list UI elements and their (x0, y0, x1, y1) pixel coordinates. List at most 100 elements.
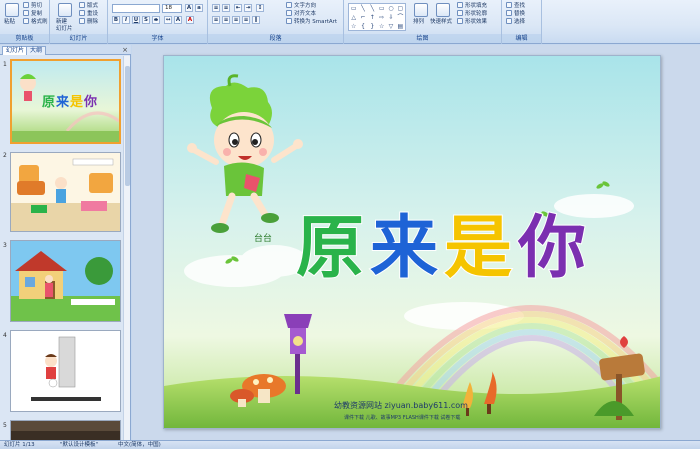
paste-button[interactable]: 粘贴 (4, 19, 15, 26)
quick-styles-icon[interactable] (436, 3, 450, 17)
title-char-2: 来 (370, 209, 438, 288)
align-left-button[interactable]: ≡ (212, 16, 220, 24)
select-button[interactable]: 选择 (506, 18, 525, 26)
decrease-indent-button[interactable]: ⇤ (234, 4, 242, 12)
smartart-label: 转换为 SmartArt (294, 19, 338, 25)
font-color-button[interactable]: A (186, 16, 194, 24)
bullets-button[interactable]: ≡ (212, 4, 220, 12)
quick-styles-button[interactable]: 快速样式 (430, 19, 452, 26)
delete-button[interactable]: 删除 (79, 18, 98, 26)
slide-thumbnail-4[interactable] (10, 330, 121, 412)
find-button[interactable]: 查找 (506, 2, 525, 10)
change-case-button[interactable]: A (174, 16, 182, 24)
text-direction-button[interactable]: 文字方向 (286, 2, 316, 10)
thumbnail-list: 1 原 来 是 你 2 3 4 5 (0, 56, 124, 440)
arrange-icon[interactable] (414, 3, 428, 17)
slide-number: 2 (3, 152, 7, 159)
smartart-button[interactable]: 转换为 SmartArt (286, 18, 337, 26)
line-spacing-button[interactable]: ↕ (256, 4, 264, 12)
close-panel-icon[interactable]: × (122, 46, 128, 54)
increase-indent-button[interactable]: ⇥ (244, 4, 252, 12)
reset-button[interactable]: 重设 (79, 10, 98, 18)
shape-fill-button[interactable]: 形状填充 (457, 2, 487, 10)
slide-thumbnail-3[interactable] (10, 240, 121, 322)
align-text-label: 对齐文本 (294, 11, 317, 17)
slide-thumbnail-2[interactable] (10, 152, 121, 232)
align-right-button[interactable]: ≡ (232, 16, 240, 24)
clipboard-group-label: 剪贴板 (0, 34, 49, 43)
tab-slides[interactable]: 幻灯片 (2, 46, 29, 55)
reset-icon (79, 10, 85, 16)
svg-text:原: 原 (42, 95, 55, 110)
slides-group-label: 幻灯片 (50, 34, 107, 43)
slide-canvas: 台台 原 来 是 你 幼教资源网站 ziyuan.baby611.com 课件下… (164, 56, 660, 428)
strikethrough-button[interactable]: a (152, 16, 160, 24)
shadow-button[interactable]: S (142, 16, 150, 24)
char-spacing-button[interactable]: ↔ (164, 16, 172, 24)
reset-label: 重设 (87, 11, 99, 17)
slide-4-preview (11, 331, 120, 411)
language-indicator[interactable]: 中文(简体，中国) (118, 442, 161, 449)
italic-button[interactable]: I (122, 16, 130, 24)
paragraph-group: ≡ ≡ ⇤ ⇥ ↕ ≡ ≡ ≡ ≡ ∥ 文字方向 对齐文本 转换为 SmartA… (208, 0, 344, 44)
grow-font-button[interactable]: A (185, 4, 193, 12)
slide-thumbnail-1[interactable]: 原 来 是 你 (10, 59, 121, 144)
shape-outline-label: 形状轮廓 (465, 11, 488, 17)
shape-outline-button[interactable]: 形状轮廓 (457, 10, 487, 18)
new-slide-label-line2: 幻灯片 (56, 26, 73, 32)
slide-2-preview (11, 153, 120, 231)
slide-thumbnail-5[interactable] (10, 420, 121, 440)
font-name-combo[interactable] (112, 4, 160, 13)
cut-button[interactable]: 剪切 (23, 2, 42, 10)
powerpoint-window: 粘贴 剪切 复制 格式刷 剪贴板 新建 幻灯片 版式 重设 删除 幻灯片 18 … (0, 0, 700, 449)
columns-button[interactable]: ∥ (252, 16, 260, 24)
slide-count: 幻灯片 1/13 (4, 442, 35, 448)
slide-editing-area: 台台 原 来 是 你 幼教资源网站 ziyuan.baby611.com 课件下… (132, 45, 700, 440)
copy-icon (23, 10, 29, 16)
drawing-group-label: 绘图 (344, 34, 501, 43)
scrollbar-thumb[interactable] (125, 66, 130, 186)
svg-text:是: 是 (69, 95, 84, 110)
slide-3-preview (11, 241, 120, 321)
cut-label: 剪切 (31, 3, 43, 9)
panel-tabs: 幻灯片 大纲 × (0, 45, 131, 55)
paste-icon[interactable] (5, 3, 19, 17)
pen-icon (457, 10, 463, 16)
slide-number: 5 (3, 422, 7, 429)
format-painter-label: 格式刷 (31, 19, 48, 25)
copy-button[interactable]: 复制 (23, 10, 42, 18)
font-size-combo[interactable]: 18 (162, 4, 182, 13)
editing-group: 查找 替换 选择 编辑 (502, 0, 542, 44)
tab-outline[interactable]: 大纲 (26, 46, 47, 55)
title-char-1: 原 (296, 209, 364, 288)
arrange-button[interactable]: 排列 (413, 19, 424, 26)
select-label: 选择 (514, 19, 526, 25)
editing-group-label: 编辑 (502, 34, 541, 43)
replace-button[interactable]: 替换 (506, 10, 525, 18)
new-slide-icon[interactable] (58, 3, 72, 17)
align-center-button[interactable]: ≡ (222, 16, 230, 24)
paragraph-group-label: 段落 (208, 34, 343, 43)
underline-button[interactable]: U (132, 16, 140, 24)
character-name: 台台 (254, 232, 272, 244)
new-slide-button[interactable]: 新建 (56, 19, 67, 26)
shrink-font-button[interactable]: a (195, 4, 203, 12)
numbering-button[interactable]: ≡ (222, 4, 230, 12)
svg-text:来: 来 (55, 94, 70, 110)
shapes-gallery[interactable]: ▭ ╲ ╲ ▭ ○ ▢ △ ⌐ ↑ ⇨ ⇩ ⌒ ☆{} ☆ ▽ ▤ (348, 3, 406, 31)
justify-button[interactable]: ≡ (242, 16, 250, 24)
current-slide[interactable]: 台台 原 来 是 你 幼教资源网站 ziyuan.baby611.com 课件下… (163, 55, 661, 429)
shape-effects-button[interactable]: 形状效果 (457, 18, 487, 26)
footer-site: 幼教资源网站 ziyuan.baby611.com (334, 400, 468, 410)
cursor-icon (506, 18, 512, 24)
align-text-button[interactable]: 对齐文本 (286, 10, 316, 18)
slide-number: 3 (3, 242, 7, 249)
font-group: 18 A a B I U S a ↔ A A 字体 (108, 0, 208, 44)
bold-button[interactable]: B (112, 16, 120, 24)
format-painter-button[interactable]: 格式刷 (23, 18, 48, 26)
title-char-3: 是 (444, 209, 512, 288)
shape-fill-label: 形状填充 (465, 3, 488, 9)
layout-button[interactable]: 版式 (79, 2, 98, 10)
thumbnail-scrollbar[interactable] (123, 56, 130, 440)
clipboard-group: 粘贴 剪切 复制 格式刷 剪贴板 (0, 0, 50, 44)
